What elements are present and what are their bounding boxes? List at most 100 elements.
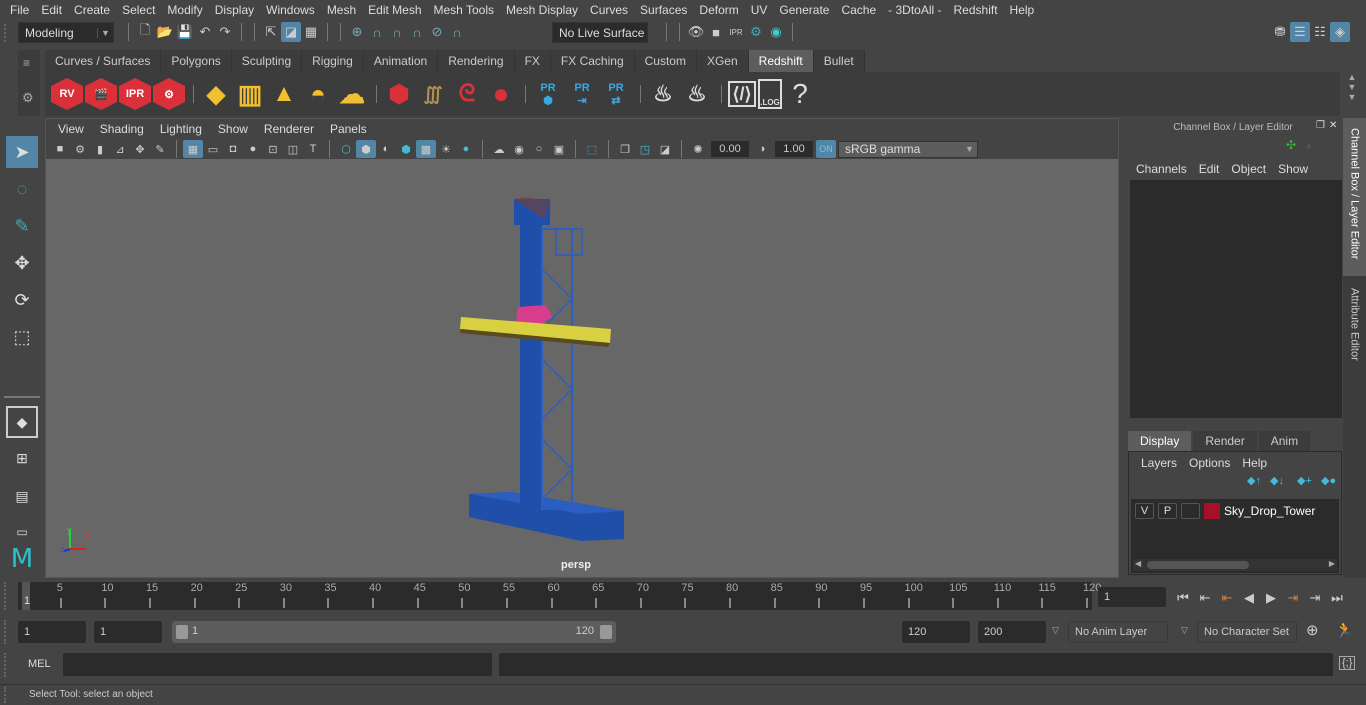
layer-color-swatch[interactable] xyxy=(1204,503,1220,519)
save-scene-icon[interactable]: 💾 xyxy=(175,22,195,42)
layer-row[interactable]: V P Sky_Drop_Tower xyxy=(1135,503,1315,519)
menu-file[interactable]: File xyxy=(4,3,35,17)
menu-generate[interactable]: Generate xyxy=(773,3,835,17)
side-tab-channel-box[interactable]: Channel Box / Layer Editor xyxy=(1343,118,1366,276)
single-perspective-layout-icon[interactable]: ◆ xyxy=(6,406,38,438)
xray-active-components-icon[interactable]: ◳ xyxy=(635,140,655,158)
grease-pencil-icon[interactable]: ✎ xyxy=(150,140,170,158)
menu-surfaces[interactable]: Surfaces xyxy=(634,3,693,17)
tab-display[interactable]: Display xyxy=(1128,431,1192,451)
menu-windows[interactable]: Windows xyxy=(260,3,321,17)
select-hierarchy-icon[interactable]: ⇱ xyxy=(261,22,281,42)
animation-start-field[interactable]: 1 xyxy=(18,621,86,643)
new-layer-from-selection-icon[interactable]: ◆● xyxy=(1321,474,1336,487)
scale-tool-icon[interactable]: ⬚ xyxy=(6,321,38,353)
animation-end-field[interactable]: 200 xyxy=(978,621,1046,643)
four-view-layout-icon[interactable]: ⊞ xyxy=(6,442,38,474)
redshift-volume-icon[interactable]: ᘓ xyxy=(451,78,483,110)
side-tab-attribute-editor[interactable]: Attribute Editor xyxy=(1343,278,1366,398)
redshift-proxy-create-icon[interactable]: PR ⬢ xyxy=(532,78,564,110)
use-all-lights-icon[interactable]: ☀ xyxy=(436,140,456,158)
float-panel-icon[interactable]: ❐ xyxy=(1316,120,1325,131)
live-surface-field[interactable]: No Live Surface xyxy=(552,22,648,43)
tab-curves-surfaces[interactable]: Curves / Surfaces xyxy=(45,50,162,72)
script-editor-icon[interactable]: {;} xyxy=(1339,656,1356,670)
play-forwards-icon[interactable]: ▶ xyxy=(1260,587,1282,609)
channel-menu-object[interactable]: Object xyxy=(1225,162,1272,176)
viewport-menu-show[interactable]: Show xyxy=(210,122,256,136)
camera-attributes-icon[interactable]: ⚙ xyxy=(70,140,90,158)
resolution-gate-icon[interactable]: ◘ xyxy=(223,140,243,158)
menu-deform[interactable]: Deform xyxy=(693,3,744,17)
move-layer-down-icon[interactable]: ◆↓ xyxy=(1270,474,1284,487)
xray-icon[interactable]: ❐ xyxy=(615,140,635,158)
character-set-dropdown[interactable]: No Character Set xyxy=(1197,621,1297,643)
go-to-start-icon[interactable]: ⏮ xyxy=(1172,587,1194,609)
tab-render[interactable]: Render xyxy=(1193,431,1257,451)
smooth-shade-icon[interactable]: ⬢ xyxy=(356,140,376,158)
layer-menu-help[interactable]: Help xyxy=(1236,456,1273,470)
viewport-menu-renderer[interactable]: Renderer xyxy=(256,122,322,136)
channel-menu-channels[interactable]: Channels xyxy=(1130,162,1193,176)
step-back-key-icon[interactable]: ⇤ xyxy=(1216,587,1238,609)
default-material-icon[interactable]: ◐ xyxy=(376,140,396,158)
image-plane-icon[interactable]: ⊿ xyxy=(110,140,130,158)
tab-polygons[interactable]: Polygons xyxy=(161,50,232,72)
go-to-end-icon[interactable]: ⏭ xyxy=(1326,587,1348,609)
menu-create[interactable]: Create xyxy=(68,3,116,17)
gamma-field[interactable]: 1.00 xyxy=(775,141,813,157)
redshift-sun-sky-icon[interactable]: ☁ xyxy=(336,78,368,110)
color-management-toggle-icon[interactable]: ON xyxy=(816,140,836,158)
color-space-dropdown[interactable]: sRGB gamma ▼ xyxy=(838,140,978,158)
redshift-ipr-icon[interactable]: IPR xyxy=(119,78,151,110)
help-line-grip[interactable] xyxy=(4,687,12,703)
lasso-select-icon[interactable]: ◌ xyxy=(6,173,38,205)
tab-bullet[interactable]: Bullet xyxy=(813,50,865,72)
gate-mask-icon[interactable]: ● xyxy=(243,140,263,158)
current-frame-field[interactable]: 1 xyxy=(1098,587,1166,607)
menu-mesh-display[interactable]: Mesh Display xyxy=(500,3,584,17)
exposure-icon[interactable]: ✺ xyxy=(688,140,708,158)
layer-playback-toggle[interactable]: P xyxy=(1158,503,1177,519)
select-object-icon[interactable]: ◪ xyxy=(281,22,301,42)
range-slider[interactable]: 1 120 xyxy=(172,621,616,643)
xray-joints-icon[interactable]: ◪ xyxy=(655,140,675,158)
step-forward-frame-icon[interactable]: ⇥ xyxy=(1304,587,1326,609)
field-chart-icon[interactable]: ⊡ xyxy=(263,140,283,158)
shelf-settings-gear-icon[interactable]: ⚙ xyxy=(22,90,34,106)
tab-anim[interactable]: Anim xyxy=(1258,431,1311,451)
step-forward-key-icon[interactable]: ⇥ xyxy=(1282,587,1304,609)
playback-start-field[interactable]: 1 xyxy=(94,621,162,643)
viewport-scene[interactable] xyxy=(46,159,1118,577)
layer-menu-options[interactable]: Options xyxy=(1183,456,1236,470)
menu-help[interactable]: Help xyxy=(1004,3,1041,17)
layer-name[interactable]: Sky_Drop_Tower xyxy=(1224,504,1315,518)
redshift-proxy-swap-icon[interactable]: PR ⇄ xyxy=(600,78,632,110)
tab-sculpting[interactable]: Sculpting xyxy=(231,50,303,72)
redshift-bake-icon[interactable]: ♨ xyxy=(647,78,679,110)
redshift-spot-light-icon[interactable]: ▲ xyxy=(268,78,300,110)
animation-preferences-icon[interactable]: 🏃 xyxy=(1335,621,1354,639)
command-line-grip[interactable] xyxy=(4,653,12,677)
scroll-right-icon[interactable]: ▶ xyxy=(1329,559,1335,568)
layer-hscrollbar[interactable]: ◀ ▶ xyxy=(1133,559,1337,571)
menu-3dtoall[interactable]: - 3DtoAll - xyxy=(882,3,947,17)
isolate-select-icon[interactable]: ⬚ xyxy=(582,140,602,158)
tab-fx[interactable]: FX xyxy=(514,50,551,72)
scroll-left-icon[interactable]: ◀ xyxy=(1135,559,1141,568)
auto-key-icon[interactable]: ⊕ xyxy=(1306,621,1319,639)
layer-visibility-toggle[interactable]: V xyxy=(1135,503,1154,519)
tab-xgen[interactable]: XGen xyxy=(696,50,749,72)
tab-custom[interactable]: Custom xyxy=(634,50,697,72)
redshift-bake-set-icon[interactable]: ♨ xyxy=(681,78,713,110)
menu-display[interactable]: Display xyxy=(209,3,260,17)
range-start-handle[interactable] xyxy=(176,625,188,639)
select-camera-icon[interactable]: ■ xyxy=(50,140,70,158)
film-gate-icon[interactable]: ▭ xyxy=(203,140,223,158)
channel-box-toggle-icon[interactable]: ◈ xyxy=(1330,22,1350,42)
safe-action-icon[interactable]: ◫ xyxy=(283,140,303,158)
redshift-dome-light-icon[interactable]: ◓ xyxy=(302,78,334,110)
snap-point-icon[interactable]: ∩ xyxy=(387,22,407,42)
wireframe-icon[interactable]: ⬡ xyxy=(336,140,356,158)
anim-layer-chevron-down-icon[interactable]: ▽ xyxy=(1052,625,1059,636)
